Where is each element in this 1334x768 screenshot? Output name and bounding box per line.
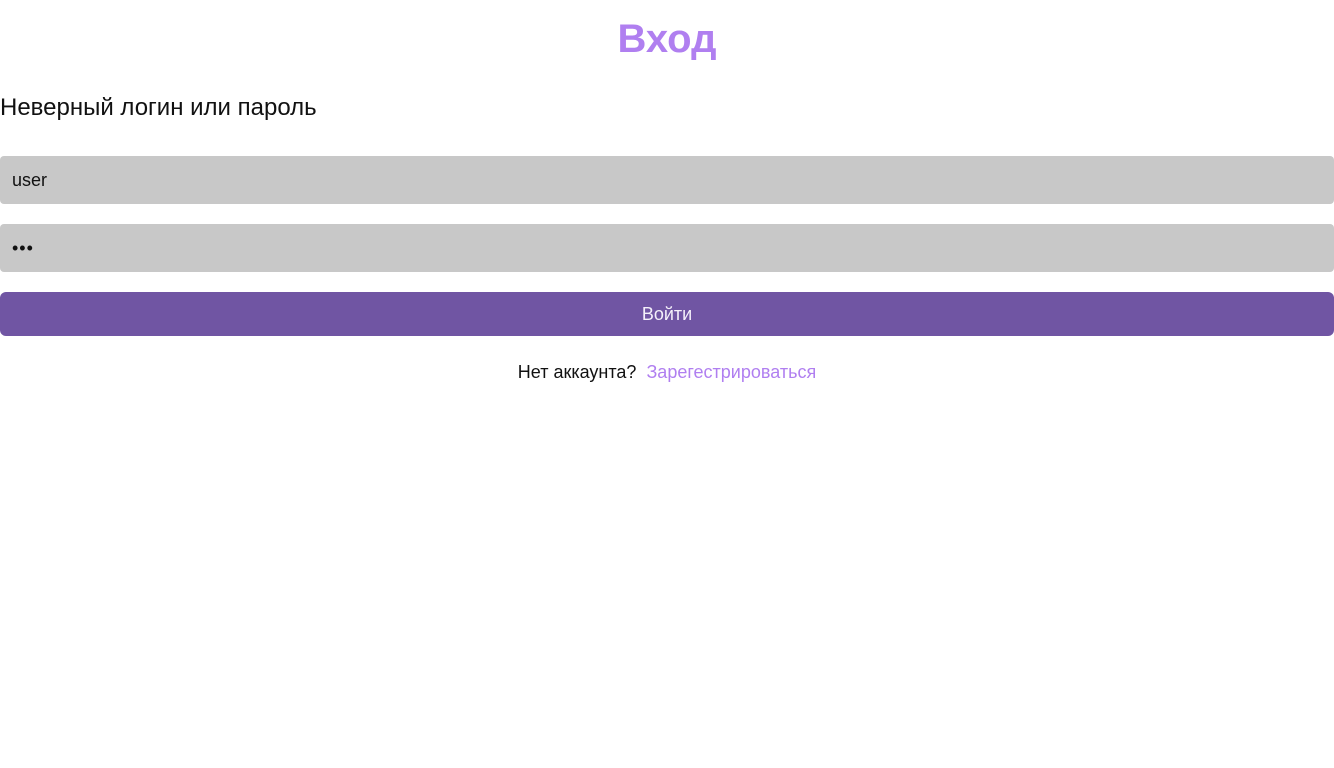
register-link[interactable]: Зарегестрироваться [646, 362, 816, 382]
page-title: Вход [617, 17, 717, 61]
login-input[interactable] [0, 156, 1334, 204]
error-message: Неверный логин или пароль [0, 94, 317, 121]
password-input[interactable] [0, 224, 1334, 272]
login-page: Вход Неверный логин или пароль Войти Нет… [0, 0, 1334, 768]
no-account-text: Нет аккаунта? [517, 362, 637, 382]
login-button[interactable]: Войти [0, 292, 1334, 336]
register-prompt: Нет аккаунта? Зарегестрироваться [0, 360, 1334, 384]
